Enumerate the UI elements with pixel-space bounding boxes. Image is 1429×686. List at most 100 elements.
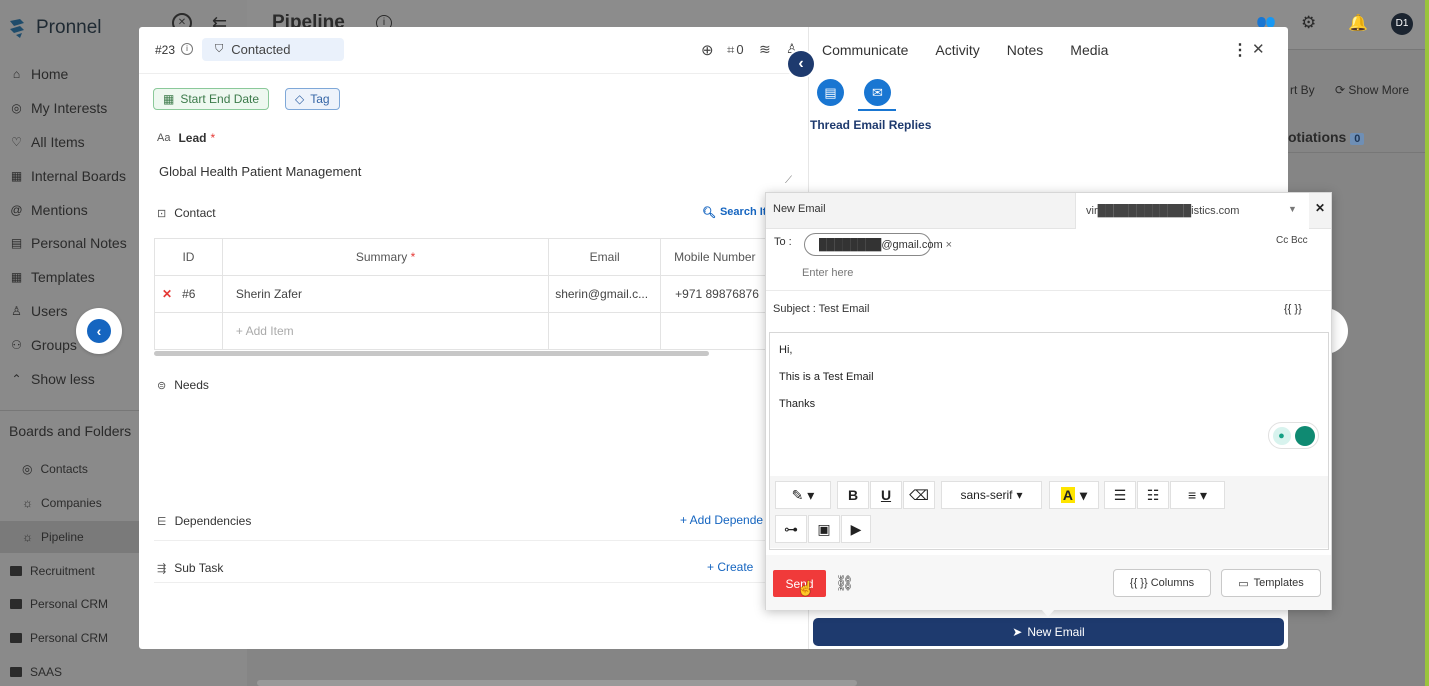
add-item-button[interactable]: + Add Item xyxy=(221,312,550,350)
tab-media[interactable]: Media xyxy=(1070,42,1108,58)
attach-link-icon[interactable]: ⛓ xyxy=(835,574,854,592)
status-badge[interactable]: ⛉ Contacted xyxy=(202,38,344,61)
insert-link-button[interactable]: ⊶ xyxy=(775,515,807,543)
sidebar-show-less[interactable]: ⌃ Show less xyxy=(10,371,94,387)
recipient-input[interactable]: Enter here xyxy=(802,267,853,279)
sidebar-item-mentions[interactable]: @ Mentions xyxy=(10,202,88,218)
magic-style-dropdown[interactable]: ✎ ▾ xyxy=(775,481,831,509)
subitems-count[interactable]: ⌗ 0 xyxy=(727,42,744,58)
start-end-date-chip[interactable]: ▦ Start End Date xyxy=(153,88,270,110)
board-label: Companies xyxy=(41,496,102,510)
gear-icon[interactable]: ⚙ xyxy=(1301,13,1316,33)
sidebar-item-templates[interactable]: ▦ Templates xyxy=(10,269,95,285)
cc-bcc-toggle[interactable]: Cc Bcc xyxy=(1276,235,1308,246)
clear-format-button[interactable]: ⌫ xyxy=(903,481,935,509)
numbered-list-button[interactable]: ☷ xyxy=(1137,481,1169,509)
insert-placeholder-button[interactable]: {{ }} xyxy=(1284,303,1302,315)
lead-value[interactable]: Global Health Patient Management xyxy=(159,164,361,179)
board-pipeline[interactable]: ☼ Pipeline xyxy=(22,530,84,544)
prev-item-button[interactable]: ‹ xyxy=(76,308,122,354)
folder-recruitment[interactable]: Recruitment xyxy=(10,564,95,578)
from-account-select[interactable]: vir████████████istics.com xyxy=(1075,193,1309,229)
folder-saas[interactable]: SAAS xyxy=(10,665,62,679)
sort-by-button[interactable]: rt By xyxy=(1290,83,1315,97)
chevron-down-icon[interactable]: ▼ xyxy=(1288,204,1297,214)
tab-notes[interactable]: Notes xyxy=(1007,42,1044,58)
underline-button[interactable]: U xyxy=(870,481,902,509)
sidebar-item-users[interactable]: ♙ Users xyxy=(10,303,67,319)
chat-icon: ▤ xyxy=(824,85,837,100)
board-icon: ☼ xyxy=(22,530,33,544)
quotations-group: otiations 0 xyxy=(1288,129,1365,145)
tab-communicate[interactable]: Communicate xyxy=(822,42,908,58)
recipient-chip[interactable]: ████████@gmail.com × xyxy=(804,233,952,256)
thread-title: Thread Email Replies xyxy=(810,118,932,132)
columns-button[interactable]: {{ }} Columns xyxy=(1113,569,1211,597)
bell-icon[interactable]: 🔔 xyxy=(1348,13,1368,33)
folder-label: Recruitment xyxy=(30,564,95,578)
popup-pointer xyxy=(1041,609,1055,617)
table-row[interactable]: ✕ #6 Sherin Zafer sherin@gmail.c... +971 … xyxy=(154,275,768,313)
align-dropdown[interactable]: ≡ ▾ xyxy=(1170,481,1225,509)
sidebar-item-label: Mentions xyxy=(31,202,88,218)
collapse-panel-button[interactable]: ‹ xyxy=(788,51,814,77)
grammar-check-icon[interactable] xyxy=(1294,425,1315,446)
stack-icon[interactable]: ≋ xyxy=(759,41,771,58)
brand[interactable]: Pronnel xyxy=(8,17,102,39)
email-channel-button[interactable]: ✉ xyxy=(864,79,891,106)
insert-video-button[interactable]: ▶ xyxy=(841,515,871,543)
new-email-button[interactable]: ➤ New Email xyxy=(813,618,1284,646)
bold-button[interactable]: B xyxy=(837,481,869,509)
tag-chip[interactable]: ◇ Tag xyxy=(285,88,340,110)
create-subtask-link[interactable]: + Create xyxy=(707,560,753,574)
item-id: #23 xyxy=(155,43,176,57)
more-options-icon[interactable]: ⋮ xyxy=(1232,40,1248,60)
folder-label: Personal CRM xyxy=(30,631,109,645)
close-icon[interactable]: ✕ xyxy=(1252,40,1265,58)
group-icon: ⚇ xyxy=(11,337,22,352)
chat-channel-button[interactable]: ▤ xyxy=(817,79,844,106)
board-contacts[interactable]: ◎ Contacts xyxy=(22,462,88,476)
row-email[interactable]: sherin@gmail.c... xyxy=(548,275,662,313)
sidebar-item-personal-notes[interactable]: ▤ Personal Notes xyxy=(10,235,127,251)
templates-button[interactable]: ▭ Templates xyxy=(1221,569,1321,597)
show-more-button[interactable]: ⟳ Show More xyxy=(1335,83,1409,97)
folder-personal-crm[interactable]: Personal CRM xyxy=(10,597,108,611)
sidebar-item-groups[interactable]: ⚇ Groups xyxy=(10,337,77,353)
globe-icon[interactable]: ⊕ xyxy=(701,41,714,59)
bullet-list-button[interactable]: ☰ xyxy=(1104,481,1136,509)
folder-label: SAAS xyxy=(30,665,63,679)
remove-recipient-icon[interactable]: × xyxy=(946,239,952,251)
remove-row-icon[interactable]: ✕ xyxy=(162,287,172,301)
horizontal-scrollbar[interactable] xyxy=(257,680,857,686)
add-dependency-link[interactable]: + Add Depende xyxy=(680,513,763,527)
notes-icon: ▤ xyxy=(10,235,23,250)
avatar[interactable]: D1 xyxy=(1391,13,1413,35)
sidebar-item-internal-boards[interactable]: ▦ Internal Boards xyxy=(10,168,126,184)
subject-field[interactable]: Subject : Test Email xyxy=(773,303,869,315)
font-family-dropdown[interactable]: sans-serif ▾ xyxy=(941,481,1042,509)
row-summary[interactable]: Sherin Zafer xyxy=(221,275,550,313)
quotations-label: otiations xyxy=(1288,129,1347,145)
mouse-cursor: ☝ xyxy=(797,580,815,596)
info-icon[interactable]: i xyxy=(181,43,193,55)
empty-cell xyxy=(660,312,768,350)
sidebar-item-all-items[interactable]: ♡ All Items xyxy=(10,134,85,150)
insert-image-button[interactable]: ▣ xyxy=(808,515,840,543)
sidebar-item-home[interactable]: ⌂ Home xyxy=(10,66,68,82)
table-scrollbar[interactable] xyxy=(154,351,709,356)
lightbulb-icon[interactable]: ● xyxy=(1272,426,1291,445)
board-companies[interactable]: ☼ Companies xyxy=(22,496,102,510)
boards-icon: ▦ xyxy=(10,168,23,183)
resize-handle-icon[interactable]: ⟋ xyxy=(785,175,792,186)
folder-personal-crm-2[interactable]: Personal CRM xyxy=(10,631,108,645)
email-title: New Email xyxy=(773,203,826,215)
close-email-icon[interactable]: ✕ xyxy=(1315,201,1325,215)
text-color-dropdown[interactable]: A ▾ xyxy=(1049,481,1099,509)
new-email-label: New Email xyxy=(1027,625,1085,639)
empty-cell xyxy=(548,312,662,350)
search-items-link[interactable]: 🔍︎ Search Ite xyxy=(702,206,773,219)
row-mobile[interactable]: +971 89876876 xyxy=(660,275,768,313)
tab-activity[interactable]: Activity xyxy=(935,42,979,58)
sidebar-item-my-interests[interactable]: ◎ My Interests xyxy=(10,100,107,116)
